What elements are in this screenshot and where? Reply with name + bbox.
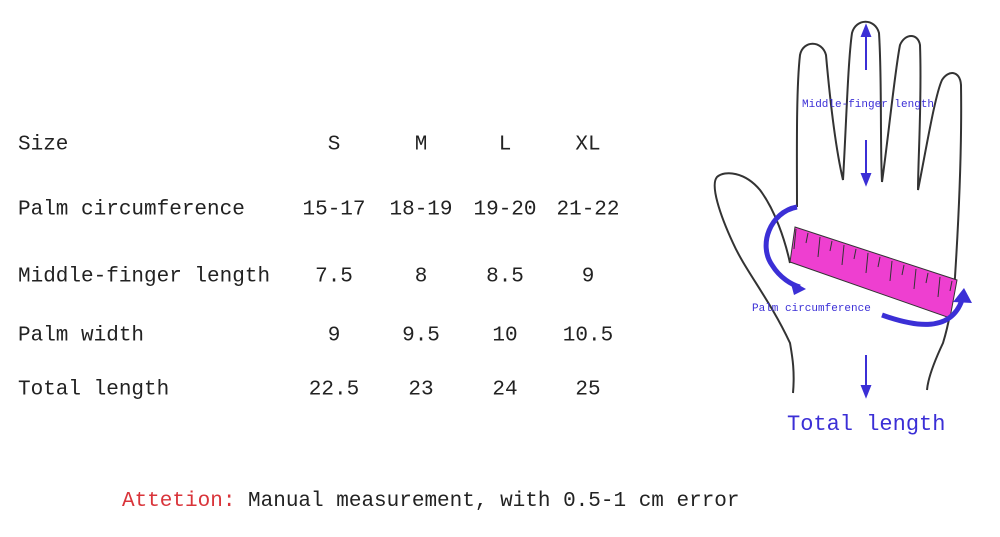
middle-finger-label: Middle-finger length bbox=[802, 99, 934, 111]
arrow-head bbox=[790, 280, 806, 295]
note-text: Manual measurement, with 0.5-1 cm error bbox=[235, 490, 740, 513]
palm-circumference-label: Palm circumference bbox=[752, 303, 871, 315]
size-chart: Size S M L XL Palm circumference 15-17 18-19 19-… bbox=[0, 0, 1000, 537]
hand-diagram: Middle-finger length Palm circumference … bbox=[713, 20, 972, 437]
hand-outline bbox=[713, 20, 963, 394]
arrow-head bbox=[953, 288, 972, 303]
footer-note: Attetion: Manual measurement, with 0.5-1… bbox=[122, 490, 740, 513]
attention-label: Attetion: bbox=[122, 490, 236, 513]
total-length-label: Total length bbox=[787, 412, 945, 437]
middle-finger-arrows bbox=[860, 23, 872, 399]
